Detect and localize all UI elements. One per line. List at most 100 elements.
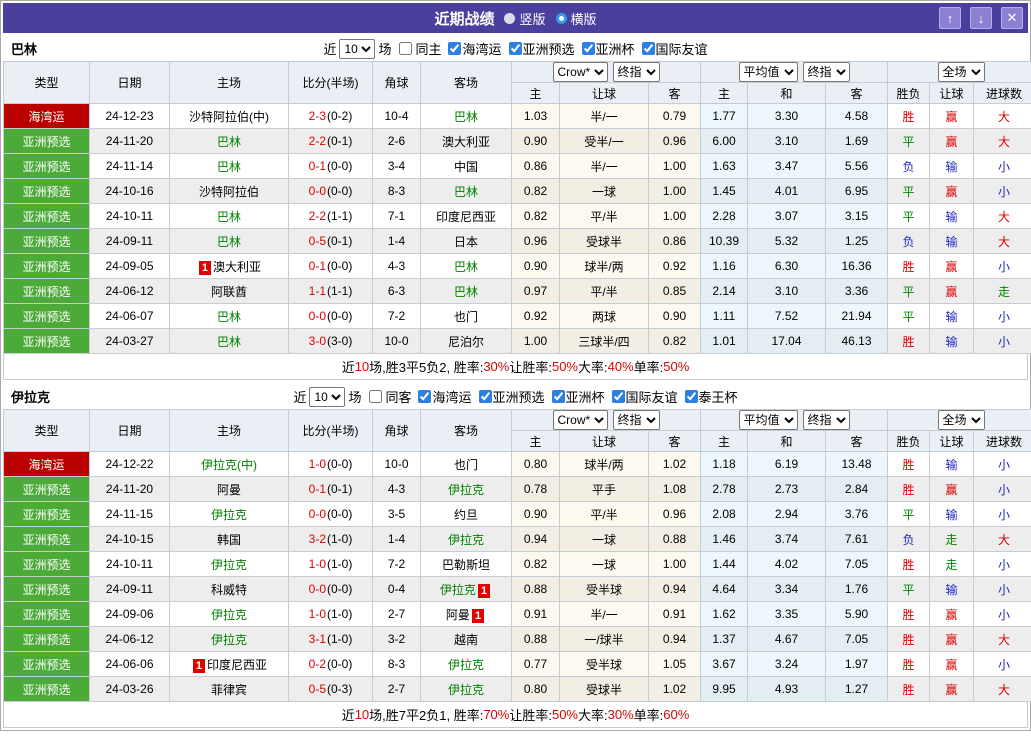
move-down-button[interactable]: ↓ bbox=[970, 7, 992, 29]
home-team: 科威特 bbox=[170, 577, 289, 602]
league-filter-checkbox[interactable]: 海湾运 bbox=[441, 39, 501, 58]
league-checkbox-input[interactable] bbox=[685, 390, 698, 403]
league-checkbox-input[interactable] bbox=[642, 42, 655, 55]
asian-handicap-line: 半/一 bbox=[560, 104, 649, 129]
league-label: 海湾运 bbox=[462, 39, 501, 58]
euro-draw-odds: 17.04 bbox=[748, 329, 826, 354]
away-team: 日本 bbox=[421, 229, 512, 254]
euro-home-odds: 2.14 bbox=[701, 279, 748, 304]
final-odds-select[interactable]: 终指 bbox=[613, 410, 660, 430]
asian-handicap-line: 平/半 bbox=[560, 204, 649, 229]
handicap-result-badge: 赢 bbox=[930, 279, 974, 304]
euro-draw-odds: 4.02 bbox=[748, 552, 826, 577]
team-label: 伊拉克 bbox=[211, 608, 247, 622]
fulltime-score: 3-0 bbox=[309, 334, 326, 348]
recent-count-select[interactable]: 10 bbox=[339, 39, 375, 59]
red-card-badge: 1 bbox=[472, 609, 484, 623]
euro-away-odds: 3.76 bbox=[826, 502, 888, 527]
score-cell: 2-2(1-1) bbox=[289, 204, 373, 229]
bookmaker-select[interactable]: Crow* bbox=[553, 410, 608, 430]
euro-away-odds: 2.84 bbox=[826, 477, 888, 502]
team-label: 印度尼西亚 bbox=[436, 210, 496, 224]
col-euro-draw: 和 bbox=[748, 83, 826, 104]
league-type-badge: 亚洲预选 bbox=[4, 652, 90, 677]
score-cell: 2-2(0-1) bbox=[289, 129, 373, 154]
league-checkbox-input[interactable] bbox=[509, 42, 522, 55]
radio-selected-icon[interactable] bbox=[556, 13, 567, 24]
final-odds-select[interactable]: 终指 bbox=[613, 62, 660, 82]
home-team: 1澳大利亚 bbox=[170, 254, 289, 279]
match-date: 24-09-11 bbox=[90, 577, 170, 602]
asian-away-odds: 0.96 bbox=[649, 129, 701, 154]
goals-result-badge: 小 bbox=[974, 304, 1031, 329]
asian-handicap-line: 平/半 bbox=[560, 279, 649, 304]
result-badge: 平 bbox=[888, 279, 930, 304]
match-row: 亚洲预选24-11-14巴林0-1(0-0)3-4中国0.86半/一1.001.… bbox=[4, 154, 1031, 179]
recent-count-select[interactable]: 10 bbox=[309, 387, 345, 407]
league-filter-checkbox[interactable]: 海湾运 bbox=[411, 387, 471, 406]
league-checkbox-input[interactable] bbox=[552, 390, 565, 403]
league-checkbox-input[interactable] bbox=[448, 42, 461, 55]
final-odds-select-2[interactable]: 终指 bbox=[803, 410, 850, 430]
scope-select[interactable]: 全场 bbox=[938, 410, 985, 430]
same-venue-checkbox[interactable]: 同客 bbox=[361, 387, 411, 406]
league-checkbox-input[interactable] bbox=[612, 390, 625, 403]
col-euro-home: 主 bbox=[701, 431, 748, 452]
summary-row: 近10场,胜3平5负2, 胜率:30% 让胜率:50% 大率:40% 单率:50… bbox=[3, 354, 1028, 380]
euro-home-odds: 1.62 bbox=[701, 602, 748, 627]
result-badge: 平 bbox=[888, 304, 930, 329]
league-checkbox-input[interactable] bbox=[582, 42, 595, 55]
corner-score: 8-3 bbox=[373, 652, 421, 677]
league-type-badge: 亚洲预选 bbox=[4, 204, 90, 229]
scope-select[interactable]: 全场 bbox=[938, 62, 985, 82]
asian-away-odds: 0.88 bbox=[649, 527, 701, 552]
result-badge: 平 bbox=[888, 502, 930, 527]
corner-score: 4-3 bbox=[373, 477, 421, 502]
league-filter-checkbox[interactable]: 亚洲预选 bbox=[472, 387, 545, 406]
team-label: 伊拉克 bbox=[211, 508, 247, 522]
result-badge: 胜 bbox=[888, 477, 930, 502]
same-venue-checkbox-input[interactable] bbox=[399, 42, 412, 55]
home-team: 伊拉克 bbox=[170, 627, 289, 652]
layout-radio-vertical[interactable]: 竖版 bbox=[504, 9, 545, 28]
fulltime-score: 0-5 bbox=[309, 234, 326, 248]
col-result: 胜负 bbox=[888, 431, 930, 452]
team-label: 伊拉克 bbox=[448, 483, 484, 497]
result-badge: 平 bbox=[888, 129, 930, 154]
euro-draw-odds: 3.10 bbox=[748, 129, 826, 154]
league-filter-checkbox[interactable]: 亚洲杯 bbox=[545, 387, 605, 406]
euro-home-odds: 1.18 bbox=[701, 452, 748, 477]
euro-away-odds: 7.05 bbox=[826, 627, 888, 652]
radio-unselected-icon[interactable] bbox=[504, 13, 515, 24]
same-venue-checkbox[interactable]: 同主 bbox=[391, 39, 441, 58]
league-filter-checkbox[interactable]: 亚洲预选 bbox=[502, 39, 575, 58]
euro-away-odds: 1.27 bbox=[826, 677, 888, 702]
result-badge: 胜 bbox=[888, 552, 930, 577]
goals-result-badge: 大 bbox=[974, 527, 1031, 552]
match-date: 24-10-15 bbox=[90, 527, 170, 552]
move-up-button[interactable]: ↑ bbox=[939, 7, 961, 29]
away-team: 也门 bbox=[421, 304, 512, 329]
close-button[interactable]: ✕ bbox=[1001, 7, 1023, 29]
layout-radio-horizontal[interactable]: 横版 bbox=[556, 9, 597, 28]
team-label: 巴林 bbox=[217, 135, 241, 149]
corner-score: 1-4 bbox=[373, 527, 421, 552]
same-venue-checkbox-input[interactable] bbox=[369, 390, 382, 403]
league-checkbox-input[interactable] bbox=[418, 390, 431, 403]
match-row: 海湾运24-12-23沙特阿拉伯(中)2-3(0-2)10-4巴林1.03半/一… bbox=[4, 104, 1031, 129]
fulltime-score: 0-0 bbox=[309, 582, 326, 596]
average-select[interactable]: 平均值 bbox=[739, 62, 798, 82]
league-filter-checkbox[interactable]: 亚洲杯 bbox=[575, 39, 635, 58]
bookmaker-select[interactable]: Crow* bbox=[553, 62, 608, 82]
average-select[interactable]: 平均值 bbox=[739, 410, 798, 430]
asian-handicap-line: 受球半 bbox=[560, 677, 649, 702]
team-label: 伊拉克 bbox=[440, 583, 476, 597]
final-odds-select-2[interactable]: 终指 bbox=[803, 62, 850, 82]
league-filter-checkbox[interactable]: 泰王杯 bbox=[678, 387, 738, 406]
league-filter-checkbox[interactable]: 国际友谊 bbox=[635, 39, 708, 58]
league-checkbox-input[interactable] bbox=[479, 390, 492, 403]
league-filter-checkbox[interactable]: 国际友谊 bbox=[605, 387, 678, 406]
corner-score: 2-7 bbox=[373, 602, 421, 627]
corner-score: 2-6 bbox=[373, 129, 421, 154]
goals-result-badge: 走 bbox=[974, 279, 1031, 304]
